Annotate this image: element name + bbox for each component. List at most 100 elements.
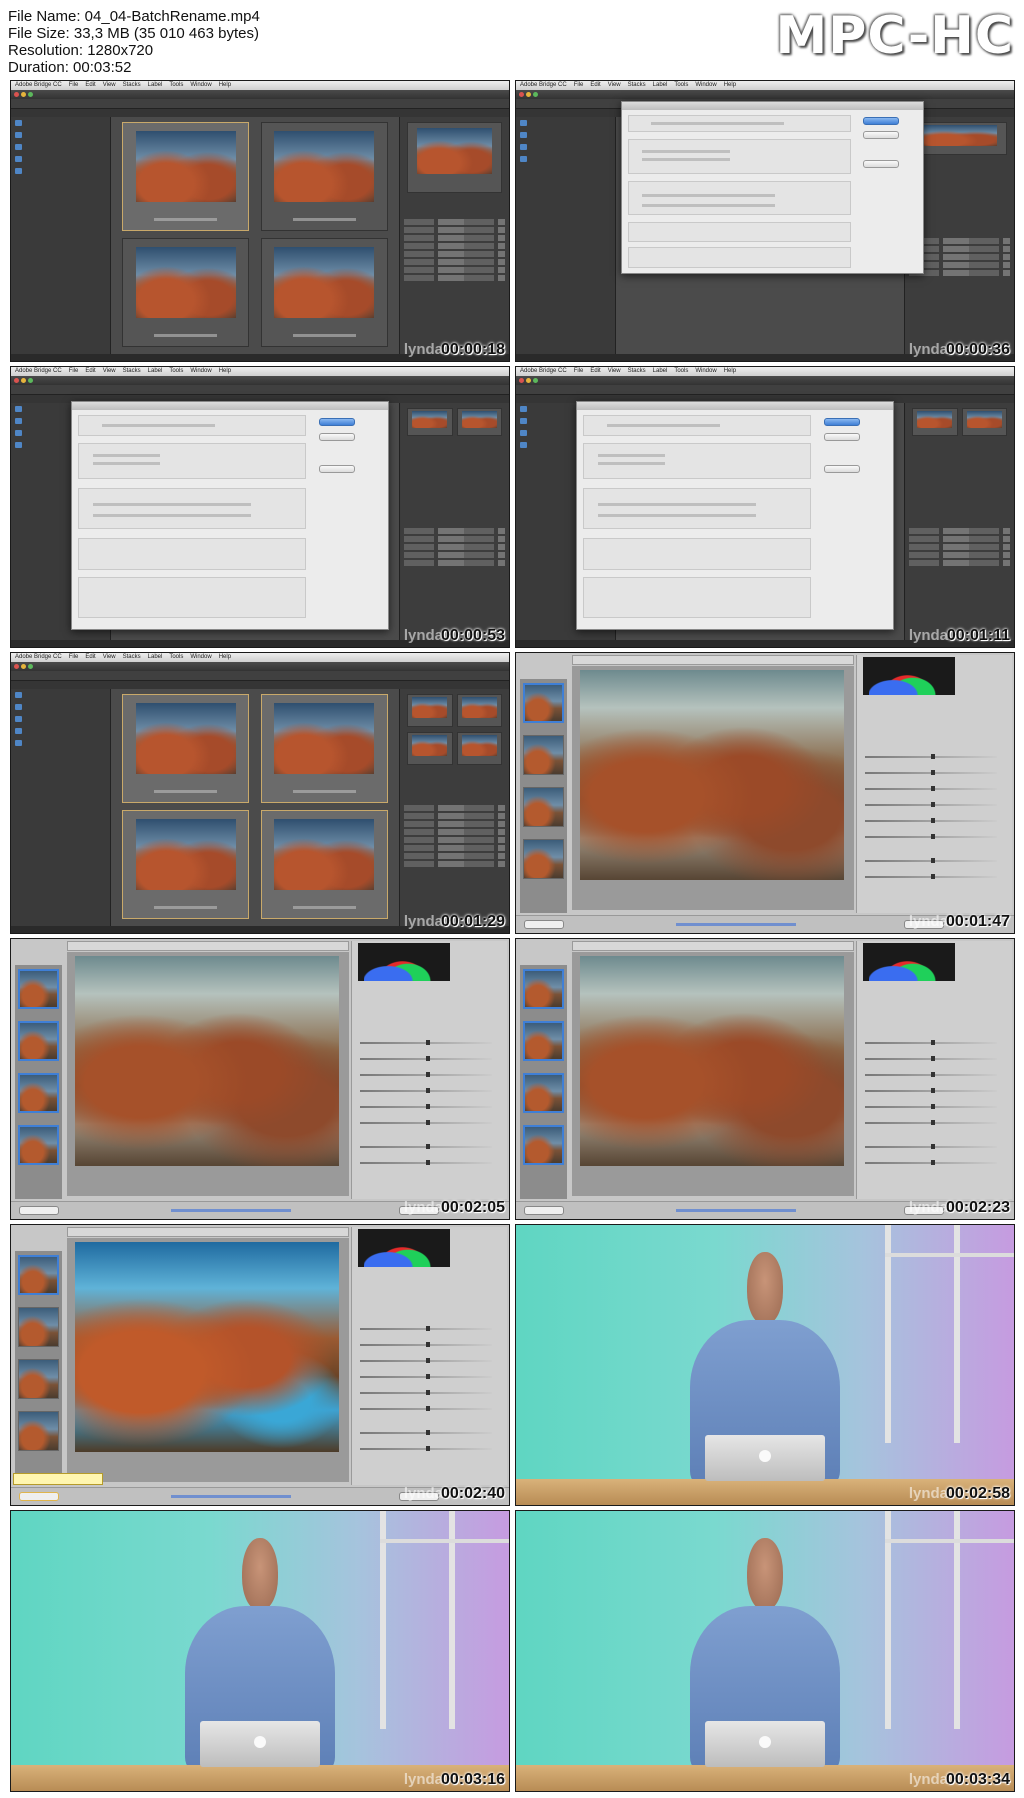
vibrance-slider[interactable]	[360, 1160, 492, 1165]
blacks-slider[interactable]	[865, 834, 997, 839]
menu-label[interactable]: Label	[148, 654, 163, 660]
menu-file[interactable]: File	[69, 368, 79, 374]
blacks-slider[interactable]	[865, 1120, 997, 1125]
thumbnail-frame-12[interactable]: lynda 00:03:34	[515, 1510, 1015, 1792]
menu-tools[interactable]: Tools	[169, 82, 183, 88]
blacks-slider[interactable]	[360, 1120, 492, 1125]
menu-view[interactable]: View	[608, 82, 621, 88]
workflow-options-link[interactable]	[676, 1209, 796, 1212]
window-controls-icon[interactable]	[519, 378, 524, 383]
menu-app[interactable]: Adobe Bridge CC	[15, 368, 62, 374]
highlights-slider[interactable]	[865, 786, 997, 791]
workflow-options-link[interactable]	[171, 1209, 291, 1212]
filmstrip-thumb[interactable]	[18, 1359, 59, 1399]
menu-file[interactable]: File	[574, 82, 584, 88]
menu-stacks[interactable]: Stacks	[628, 82, 646, 88]
contrast-slider[interactable]	[360, 1342, 492, 1347]
filmstrip-thumb[interactable]	[523, 1073, 564, 1113]
menu-app[interactable]: Adobe Bridge CC	[520, 82, 567, 88]
menu-file[interactable]: File	[69, 654, 79, 660]
menu-app[interactable]: Adobe Bridge CC	[15, 654, 62, 660]
menu-edit[interactable]: Edit	[85, 654, 95, 660]
window-controls-icon[interactable]	[14, 378, 19, 383]
favorite-item[interactable]	[11, 689, 110, 701]
thumbnail-frame-7[interactable]: lynda 00:02:05	[10, 938, 510, 1220]
highlights-slider[interactable]	[360, 1358, 492, 1363]
menu-help[interactable]: Help	[219, 368, 231, 374]
shadows-slider[interactable]	[360, 1374, 492, 1379]
favorite-item[interactable]	[11, 141, 110, 153]
menu-window[interactable]: Window	[190, 654, 211, 660]
window-controls-icon[interactable]	[519, 92, 524, 97]
image-thumbnail[interactable]	[122, 809, 250, 919]
filmstrip-thumb[interactable]	[18, 1073, 59, 1113]
menu-window[interactable]: Window	[695, 368, 716, 374]
filmstrip-thumb[interactable]	[523, 787, 564, 827]
save-images-button[interactable]	[524, 920, 564, 929]
image-thumbnail[interactable]	[260, 809, 388, 919]
menu-label[interactable]: Label	[148, 368, 163, 374]
clarity-slider[interactable]	[865, 858, 997, 863]
filmstrip-thumb[interactable]	[18, 1021, 59, 1061]
menu-stacks[interactable]: Stacks	[123, 654, 141, 660]
menu-view[interactable]: View	[103, 368, 116, 374]
menu-app[interactable]: Adobe Bridge CC	[520, 368, 567, 374]
vibrance-slider[interactable]	[865, 874, 997, 879]
thumbnail-frame-6[interactable]: lynda 00:01:47	[515, 652, 1015, 934]
menu-edit[interactable]: Edit	[590, 368, 600, 374]
menu-help[interactable]: Help	[724, 368, 736, 374]
menu-window[interactable]: Window	[190, 368, 211, 374]
rename-button[interactable]	[823, 417, 860, 426]
favorite-item[interactable]	[516, 129, 615, 141]
exposure-slider[interactable]	[360, 1040, 492, 1045]
thumbnail-frame-4[interactable]: Adobe Bridge CC File Edit View Stacks Label To…	[515, 366, 1015, 648]
menu-edit[interactable]: Edit	[590, 82, 600, 88]
thumbnail-frame-11[interactable]: lynda 00:03:16	[10, 1510, 510, 1792]
favorite-item[interactable]	[516, 153, 615, 165]
rename-button[interactable]	[318, 417, 355, 426]
menu-help[interactable]: Help	[219, 654, 231, 660]
preview-button[interactable]	[862, 159, 899, 168]
image-thumbnail[interactable]	[122, 121, 250, 231]
favorite-item[interactable]	[11, 153, 110, 165]
menu-view[interactable]: View	[608, 368, 621, 374]
filmstrip-thumb[interactable]	[18, 1307, 59, 1347]
whites-slider[interactable]	[360, 1104, 492, 1109]
favorite-item[interactable]	[11, 725, 110, 737]
image-thumbnail[interactable]	[122, 693, 250, 803]
image-thumbnail[interactable]	[122, 237, 250, 347]
favorite-item[interactable]	[11, 129, 110, 141]
highlights-slider[interactable]	[865, 1072, 997, 1077]
thumbnail-frame-2[interactable]: Adobe Bridge CC File Edit View Stacks Label To…	[515, 80, 1015, 362]
menu-tools[interactable]: Tools	[169, 368, 183, 374]
menu-label[interactable]: Label	[148, 82, 163, 88]
contrast-slider[interactable]	[865, 770, 997, 775]
save-images-button[interactable]	[19, 1492, 59, 1501]
menu-app[interactable]: Adobe Bridge CC	[15, 82, 62, 88]
blacks-slider[interactable]	[360, 1406, 492, 1411]
favorite-item[interactable]	[11, 737, 110, 749]
window-controls-icon[interactable]	[14, 664, 19, 669]
favorite-item[interactable]	[11, 701, 110, 713]
favorite-item[interactable]	[516, 117, 615, 129]
thumbnail-frame-8[interactable]: lynda 00:02:23	[515, 938, 1015, 1220]
menu-stacks[interactable]: Stacks	[628, 368, 646, 374]
contrast-slider[interactable]	[865, 1056, 997, 1061]
favorite-item[interactable]	[11, 117, 110, 129]
menu-help[interactable]: Help	[219, 82, 231, 88]
clarity-slider[interactable]	[865, 1144, 997, 1149]
preview-button[interactable]	[318, 465, 355, 474]
whites-slider[interactable]	[865, 1104, 997, 1109]
menu-tools[interactable]: Tools	[169, 654, 183, 660]
menu-window[interactable]: Window	[190, 82, 211, 88]
filmstrip-thumb[interactable]	[523, 969, 564, 1009]
vibrance-slider[interactable]	[360, 1446, 492, 1451]
filmstrip-thumb[interactable]	[18, 1125, 59, 1165]
menu-view[interactable]: View	[103, 654, 116, 660]
menu-tools[interactable]: Tools	[674, 82, 688, 88]
thumbnail-frame-1[interactable]: Adobe Bridge CC File Edit View Stacks Label To…	[10, 80, 510, 362]
menu-edit[interactable]: Edit	[85, 368, 95, 374]
shadows-slider[interactable]	[360, 1088, 492, 1093]
favorite-item[interactable]	[11, 165, 110, 177]
filmstrip-thumb[interactable]	[523, 1125, 564, 1165]
